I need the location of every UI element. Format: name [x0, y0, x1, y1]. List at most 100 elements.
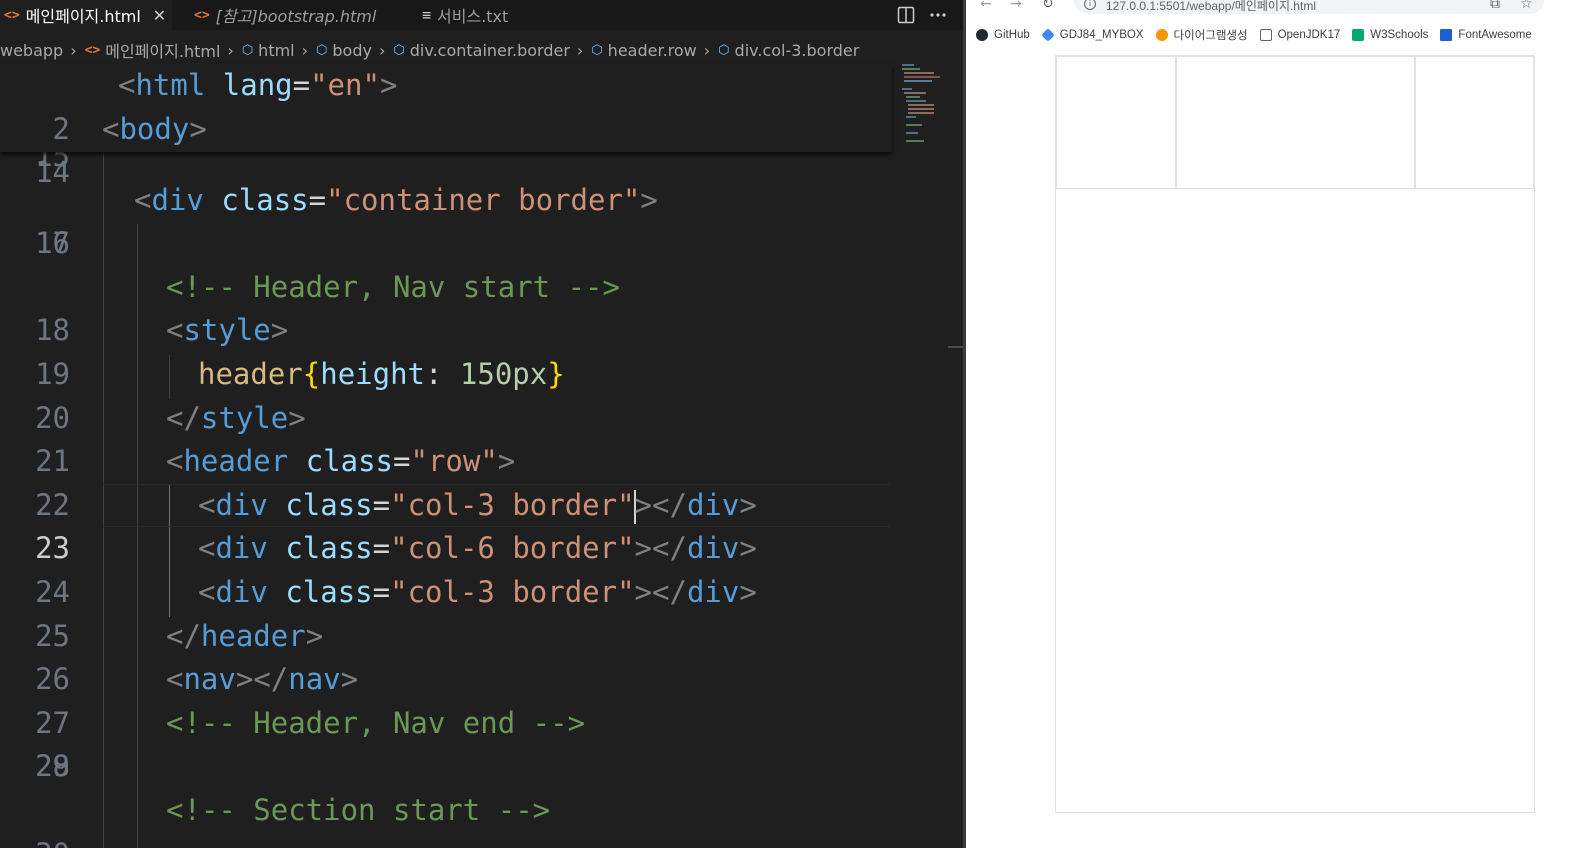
- container-border: [1055, 55, 1535, 813]
- reload-icon[interactable]: ↻: [1042, 0, 1054, 12]
- code-comment: <!-- Section start -->: [166, 792, 551, 827]
- cube-icon: ⬡: [316, 42, 328, 58]
- editor-tab-bar: <> 메인페이지.html ✕ <> [참고]bootstrap.html ≡ …: [0, 0, 965, 30]
- line-number: 14: [35, 155, 70, 190]
- code-line[interactable]: 21 </style>: [0, 397, 965, 479]
- star-icon[interactable]: ☆: [1520, 0, 1533, 12]
- code-text: header{height: 150px}: [198, 356, 565, 391]
- code-line[interactable]: 28 <!-- Header, Nav end -->: [0, 702, 965, 784]
- html-file-icon: <>: [4, 7, 20, 23]
- bookmark-w3schools[interactable]: W3Schools: [1352, 29, 1428, 41]
- code-area[interactable]: 15 16 <div class="container border"> 17 …: [0, 135, 965, 848]
- tab-label: 메인페이지.html: [25, 7, 141, 26]
- breadcrumb-label: body: [332, 40, 372, 60]
- tab-bootstrap-html[interactable]: <> [참고]bootstrap.html: [190, 0, 400, 30]
- sticky-scroll[interactable]: 2 <html lang="en"> 14 <body>: [0, 64, 892, 190]
- breadcrumb-item[interactable]: <> 메인페이지.html: [85, 38, 221, 62]
- breadcrumb-label: div.col-3.border: [734, 40, 860, 60]
- breadcrumb-item[interactable]: ⬡ div.col-3.border: [718, 41, 859, 60]
- breadcrumb-item[interactable]: ⬡ header.row: [591, 41, 696, 60]
- chevron-right-icon: ›: [703, 40, 711, 60]
- line-number: 30: [0, 833, 70, 848]
- bookmark-fontawesome[interactable]: FontAwesome: [1440, 29, 1532, 41]
- bookmark-github[interactable]: GitHub: [976, 29, 1030, 41]
- code-text: </style>: [166, 400, 306, 435]
- chevron-right-icon: ›: [576, 40, 584, 60]
- col-3-border: [1414, 56, 1534, 189]
- code-line[interactable]: 25 <div class="col-3 border"></div>: [0, 571, 965, 653]
- code-comment: <!-- Header, Nav end -->: [166, 705, 586, 740]
- bookmark-label: W3Schools: [1370, 29, 1429, 41]
- cube-icon: ⬡: [393, 42, 405, 58]
- code-line[interactable]: 2 <html lang="en">: [0, 64, 892, 146]
- code-line[interactable]: 18 <!-- Header, Nav start -->: [0, 266, 965, 348]
- line-number: 29: [35, 749, 70, 784]
- w3schools-icon: [1352, 29, 1365, 41]
- tab-actions: [897, 0, 947, 30]
- code-text: <style>: [166, 313, 289, 348]
- text-file-icon: ≡: [422, 6, 432, 24]
- bookmarks-bar: GitHub GDJ84_MYBOX 다이어그램생성 OpenJDK17 W3S…: [966, 24, 1585, 46]
- code-text: <div class="col-6 border"></div>: [198, 531, 757, 566]
- chevron-right-icon: ›: [378, 40, 386, 60]
- code-text: </header>: [166, 618, 324, 653]
- code-line[interactable]: 29: [0, 745, 965, 789]
- split-editor-icon[interactable]: [897, 6, 915, 24]
- breadcrumb-label: 메인페이지.html: [105, 42, 221, 61]
- breadcrumb-item[interactable]: ⬡ div.container.border: [393, 41, 570, 60]
- code-text: <div class="container border">: [134, 182, 658, 217]
- code-line[interactable]: 30 <!-- Section start -->: [0, 789, 965, 848]
- bookmark-label: FontAwesome: [1458, 29, 1532, 41]
- tab-service-txt[interactable]: ≡ 서비스.txt: [418, 0, 588, 30]
- cube-icon: ⬡: [718, 42, 730, 58]
- close-icon[interactable]: ✕: [153, 6, 166, 25]
- code-line[interactable]: 24 <div class="col-6 border"></div>: [0, 527, 965, 609]
- code-line[interactable]: 19 <style>: [0, 309, 965, 391]
- site-info-icon[interactable]: i: [1084, 0, 1096, 10]
- html-file-icon: <>: [194, 7, 210, 23]
- code-text: <div class="col-3 border"></div>: [198, 574, 757, 609]
- col-3-border: [1056, 56, 1176, 189]
- tab-main-page-html[interactable]: <> 메인페이지.html ✕: [0, 0, 172, 30]
- tab-label: [참고]bootstrap.html: [215, 7, 377, 26]
- github-icon: [976, 29, 988, 41]
- breadcrumb-item[interactable]: webapp: [0, 41, 63, 60]
- header-row: [1056, 56, 1534, 189]
- code-line[interactable]: 22 <header class="row">: [0, 440, 965, 522]
- breadcrumb-label: header.row: [607, 40, 697, 60]
- code-line[interactable]: 26 </header>: [0, 615, 965, 697]
- address-bar[interactable]: i 127.0.0.1:5501/webapp/메인페이지.html: [1074, 0, 1544, 14]
- code-editor[interactable]: <> 메인페이지.html ✕ <> [참고]bootstrap.html ≡ …: [0, 0, 965, 848]
- chevron-right-icon: ›: [70, 40, 77, 60]
- code-text: <header class="row">: [166, 444, 516, 479]
- diagram-icon: [1155, 29, 1168, 41]
- bookmark-label: GDJ84_MYBOX: [1059, 29, 1144, 41]
- bookmark-label: GitHub: [994, 29, 1030, 41]
- more-actions-icon[interactable]: [929, 6, 947, 24]
- col-6-border: [1175, 56, 1415, 189]
- url-text: 127.0.0.1:5501/webapp/메인페이지.html: [1106, 0, 1316, 13]
- bookmark-diagram[interactable]: 다이어그램생성: [1155, 27, 1248, 43]
- code-line[interactable]: 16 <div class="container border">: [0, 179, 965, 261]
- translate-icon[interactable]: ⧉: [1490, 0, 1500, 12]
- code-line[interactable]: 17: [0, 222, 965, 266]
- code-line-current[interactable]: 23 <div class="col-3 border"></div>: [0, 483, 965, 565]
- openjdk-icon: [1259, 29, 1272, 41]
- chevron-right-icon: ›: [301, 40, 309, 60]
- code-line[interactable]: 14 <body>: [0, 108, 892, 190]
- browser-window: ← → ↻ i 127.0.0.1:5501/webapp/메인페이지.html…: [966, 0, 1585, 848]
- code-line[interactable]: 20 header{height: 150px}: [0, 353, 965, 435]
- breadcrumb-label: webapp: [0, 40, 64, 60]
- code-comment: <!-- Header, Nav start -->: [166, 269, 620, 304]
- code-line[interactable]: 27 <nav></nav>: [0, 658, 965, 740]
- back-arrow-icon[interactable]: ←: [980, 0, 992, 12]
- rendered-page: [966, 46, 1585, 848]
- code-text: <body>: [102, 111, 207, 146]
- breadcrumb-item[interactable]: ⬡ body: [316, 41, 372, 60]
- breadcrumb-item[interactable]: ⬡ html: [242, 41, 295, 60]
- bookmark-label: 다이어그램생성: [1173, 30, 1248, 42]
- chevron-right-icon: ›: [227, 40, 234, 60]
- bookmark-gdj84-mybox[interactable]: GDJ84_MYBOX: [1041, 28, 1144, 42]
- bookmark-openjdk[interactable]: OpenJDK17: [1259, 29, 1340, 41]
- forward-arrow-icon[interactable]: →: [1010, 0, 1022, 12]
